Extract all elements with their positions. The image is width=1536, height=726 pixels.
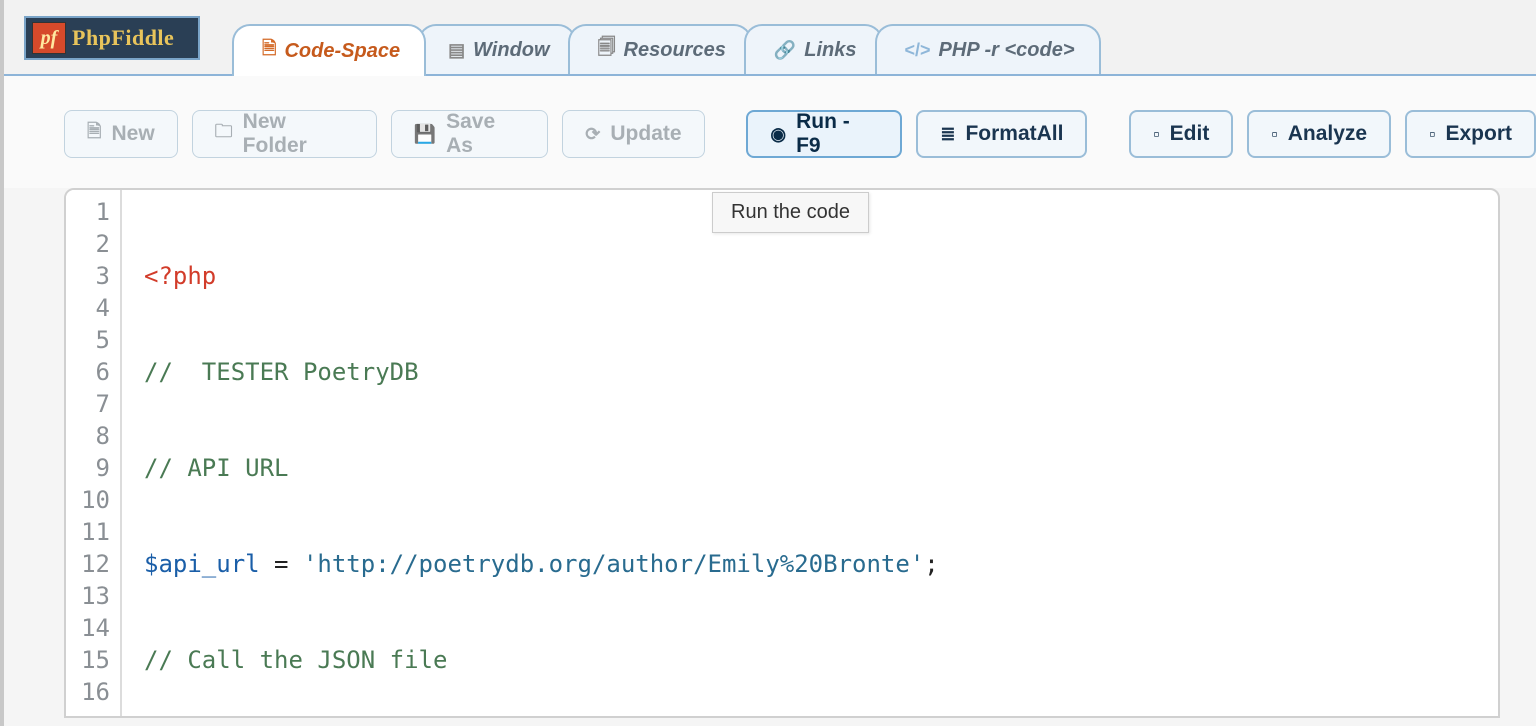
button-label: Update <box>610 122 681 146</box>
tab-code-space[interactable]: 🗎 Code-Space <box>232 24 426 76</box>
file-plus-icon: 🗎 <box>87 119 101 149</box>
window-icon: ▤ <box>448 40 465 61</box>
code-icon: </> <box>905 40 931 61</box>
tab-label: Window <box>473 39 549 62</box>
button-label: Save As <box>446 110 525 158</box>
folder-icon: 🗀 <box>215 119 233 149</box>
button-label: New <box>111 122 154 146</box>
new-folder-button[interactable]: 🗀 New Folder <box>192 110 377 158</box>
format-all-button[interactable]: ≣ FormatAll <box>916 110 1087 158</box>
tab-label: Links <box>804 39 856 62</box>
list-icon: ≣ <box>940 124 955 145</box>
refresh-icon: ⟳ <box>585 124 600 145</box>
edit-button[interactable]: ▫ Edit <box>1129 110 1233 158</box>
tab-php-r[interactable]: </> PHP -r <code> <box>875 24 1101 74</box>
file-icon: 🗎 <box>262 36 276 66</box>
tab-links[interactable]: 🔗 Links <box>744 24 883 74</box>
play-icon: ◉ <box>770 124 786 145</box>
button-label: Export <box>1445 122 1512 146</box>
square-icon: ▫ <box>1429 124 1435 145</box>
update-button[interactable]: ⟳ Update <box>562 110 704 158</box>
tab-label: Code-Space <box>284 40 400 63</box>
run-button[interactable]: ◉ Run - F9 <box>746 110 902 158</box>
link-icon: 🔗 <box>774 40 796 61</box>
tab-resources[interactable]: 🗐 Resources <box>568 24 752 74</box>
export-button[interactable]: ▫ Export <box>1405 110 1536 158</box>
square-icon: ▫ <box>1271 124 1277 145</box>
button-label: Analyze <box>1288 122 1367 146</box>
page-icon: 🗐 <box>598 35 616 65</box>
run-tooltip: Run the code <box>712 192 869 233</box>
save-icon: 💾 <box>414 124 436 145</box>
tab-label: PHP -r <code> <box>939 39 1075 62</box>
new-button[interactable]: 🗎 New <box>64 110 178 158</box>
tab-label: Resources <box>624 39 726 62</box>
button-label: FormatAll <box>965 122 1063 146</box>
toolbar: 🗎 New 🗀 New Folder 💾 Save As ⟳ Update ◉ … <box>4 76 1536 188</box>
square-icon: ▫ <box>1153 124 1159 145</box>
button-label: Edit <box>1170 122 1210 146</box>
app-logo[interactable]: pf PhpFiddle <box>24 16 200 60</box>
logo-text: PhpFiddle <box>72 25 174 51</box>
logo-badge-icon: pf <box>32 22 66 54</box>
button-label: Run - F9 <box>796 110 878 158</box>
analyze-button[interactable]: ▫ Analyze <box>1247 110 1391 158</box>
code-editor[interactable]: 1234 5678 9101112 13141516 <?php // TEST… <box>64 188 1500 718</box>
save-as-button[interactable]: 💾 Save As <box>391 110 549 158</box>
tab-strip: pf PhpFiddle 🗎 Code-Space ▤ Window 🗐 Res… <box>4 0 1536 76</box>
code-lines[interactable]: <?php // TESTER PoetryDB // API URL $api… <box>122 190 939 718</box>
button-label: New Folder <box>243 110 354 158</box>
line-gutter: 1234 5678 9101112 13141516 <box>66 190 122 718</box>
tab-window[interactable]: ▤ Window <box>418 24 575 74</box>
